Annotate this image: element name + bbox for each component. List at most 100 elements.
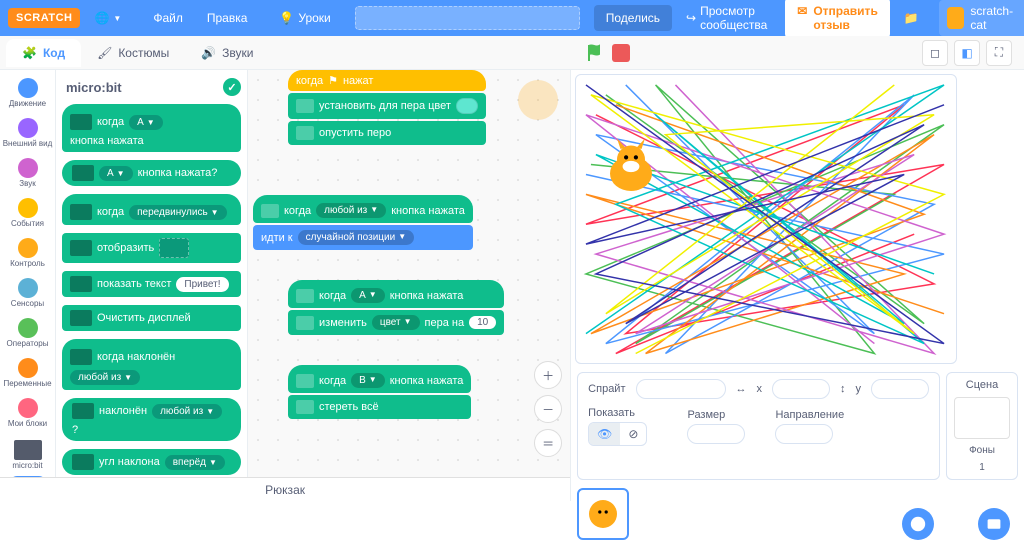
tutorials-menu[interactable]: 💡 Уроки: [269, 5, 340, 31]
backdrops-label: Фоны: [969, 445, 995, 456]
script-stack-2[interactable]: когдалюбой из▼кнопка нажата идти кслучай…: [253, 195, 473, 252]
stage-thumbnail[interactable]: [954, 397, 1010, 439]
microbit-icon: [72, 403, 94, 419]
pen-icon: [296, 99, 314, 113]
cat-icon: [909, 515, 927, 533]
language-menu[interactable]: 🌐 ▼: [84, 5, 131, 31]
fullscreen-button[interactable]: ⛶: [986, 40, 1012, 66]
category-sensing[interactable]: Сенсоры: [0, 274, 55, 314]
image-icon: [986, 516, 1002, 532]
category-control[interactable]: Контроль: [0, 234, 55, 274]
category-microbit[interactable]: micro:bit: [0, 434, 55, 476]
project-title-input[interactable]: [355, 6, 580, 30]
pen-icon: [296, 126, 314, 140]
code-icon: 🧩: [22, 46, 37, 60]
script-stack-1[interactable]: когда⚑нажат установить для пера цвет опу…: [288, 70, 486, 147]
stage-title: Сцена: [966, 379, 998, 391]
microbit-icon: [70, 349, 92, 365]
microbit-icon: [70, 276, 92, 292]
microbit-icon: [70, 310, 92, 326]
script-stack-4[interactable]: когдаB▼кнопка нажата стереть всё: [288, 365, 471, 421]
hide-sprite-button[interactable]: ⊘: [620, 423, 646, 445]
file-menu[interactable]: Файл: [143, 5, 193, 31]
username: scratch-cat: [970, 4, 1017, 32]
sprite-name-input[interactable]: [636, 379, 726, 399]
block-is-button-pressed[interactable]: A▼кнопка нажата?: [62, 160, 241, 186]
pen-drawing: [576, 75, 956, 363]
block-display[interactable]: отобразить: [62, 233, 241, 263]
add-sprite-button[interactable]: [902, 508, 934, 540]
zoom-in-button[interactable]: ＋: [534, 361, 562, 389]
small-stage-button[interactable]: ◻: [922, 40, 948, 66]
script-stack-3[interactable]: когдаA▼кнопка нажата изменитьцвет▼пера н…: [288, 280, 504, 337]
stop-button[interactable]: [612, 44, 630, 62]
xy-icon: ↔: [736, 383, 747, 395]
scratch-logo[interactable]: SCRATCH: [8, 8, 80, 28]
costume-icon: 🖌: [97, 46, 112, 60]
add-backdrop-button[interactable]: [978, 508, 1010, 540]
sprite-size-input[interactable]: [687, 424, 745, 444]
tab-row: 🧩Код 🖌Костюмы 🔊Звуки ◻ ◧ ⛶: [0, 36, 1024, 70]
sprite-list: [571, 484, 1024, 544]
block-when-moved[interactable]: когдапередвинулись▼: [62, 194, 241, 225]
workspace[interactable]: когда⚑нажат установить для пера цвет опу…: [248, 70, 570, 477]
microbit-icon: [70, 240, 92, 256]
zoom-out-button[interactable]: －: [534, 395, 562, 423]
category-operators[interactable]: Операторы: [0, 314, 55, 354]
show-sprite-button[interactable]: 👁: [589, 423, 620, 445]
sprite-thumbnail[interactable]: [577, 488, 629, 540]
edit-menu[interactable]: Правка: [197, 5, 258, 31]
green-flag-button[interactable]: [586, 43, 606, 63]
category-myblocks[interactable]: Мои блоки: [0, 394, 55, 434]
feedback-button[interactable]: ✉ Отправить отзыв: [785, 0, 890, 38]
stage[interactable]: [575, 74, 957, 364]
flag-icon: ⚑: [328, 74, 338, 87]
microbit-icon: [70, 114, 92, 130]
palette-title: micro:bit ✓: [66, 78, 241, 96]
main-area: Движение Внешний вид Звук События Контро…: [0, 70, 1024, 501]
block-clear-display[interactable]: Очистить дисплей: [62, 305, 241, 331]
scratch-cat-sprite[interactable]: [596, 135, 666, 205]
category-looks[interactable]: Внешний вид: [0, 114, 55, 154]
microbit-icon: [72, 165, 94, 181]
block-is-tilted[interactable]: наклонёнлюбой из▼?: [62, 398, 241, 441]
pattern-editor[interactable]: [159, 238, 189, 258]
sprite-direction-input[interactable]: [775, 424, 833, 444]
category-events[interactable]: События: [0, 194, 55, 234]
connection-ok-icon: ✓: [223, 78, 241, 96]
community-link[interactable]: ↪ Просмотр сообщества: [676, 0, 777, 38]
block-when-tilted[interactable]: когда наклонёнлюбой из▼: [62, 339, 241, 390]
color-picker[interactable]: [456, 98, 478, 114]
zoom-reset-button[interactable]: ＝: [534, 429, 562, 457]
sprite-y-input[interactable]: [871, 379, 929, 399]
block-when-button-pressed[interactable]: когдаA▼кнопка нажата: [62, 104, 241, 152]
sprite-info-panel: Спрайт ↔ x ↕ y Показать 👁 ⊘: [577, 372, 940, 480]
block-tilt-angle[interactable]: угл наклонавперёд▼: [62, 449, 241, 475]
account-menu[interactable]: scratch-cat ▼: [939, 0, 1024, 36]
backpack[interactable]: Рюкзак: [0, 477, 570, 501]
tab-sounds[interactable]: 🔊Звуки: [185, 39, 269, 67]
xy-icon: ↕: [840, 383, 846, 395]
pen-icon: [296, 400, 314, 414]
tab-costumes[interactable]: 🖌Костюмы: [81, 39, 185, 67]
sprite-x-input[interactable]: [772, 379, 830, 399]
backdrop-count: 1: [979, 462, 985, 473]
large-stage-button[interactable]: ◧: [954, 40, 980, 66]
menubar: SCRATCH 🌐 ▼ Файл Правка 💡 Уроки Поделись…: [0, 0, 1024, 36]
mystuff-icon[interactable]: 📁: [894, 11, 929, 25]
share-button[interactable]: Поделись: [594, 5, 672, 31]
tab-code[interactable]: 🧩Код: [6, 39, 81, 67]
microbit-icon: [296, 289, 314, 303]
pen-icon: [296, 316, 314, 330]
microbit-icon: [72, 454, 94, 470]
category-sound[interactable]: Звук: [0, 154, 55, 194]
zoom-controls: ＋ － ＝: [534, 361, 562, 457]
block-show-text[interactable]: показать текстПривет!: [62, 271, 241, 297]
sprite-watermark: [518, 80, 558, 120]
sound-icon: 🔊: [201, 46, 216, 60]
avatar: [947, 7, 965, 29]
sprite-label: Спрайт: [588, 383, 625, 395]
category-variables[interactable]: Переменные: [0, 354, 55, 394]
category-motion[interactable]: Движение: [0, 74, 55, 114]
microbit-icon: [261, 204, 279, 218]
